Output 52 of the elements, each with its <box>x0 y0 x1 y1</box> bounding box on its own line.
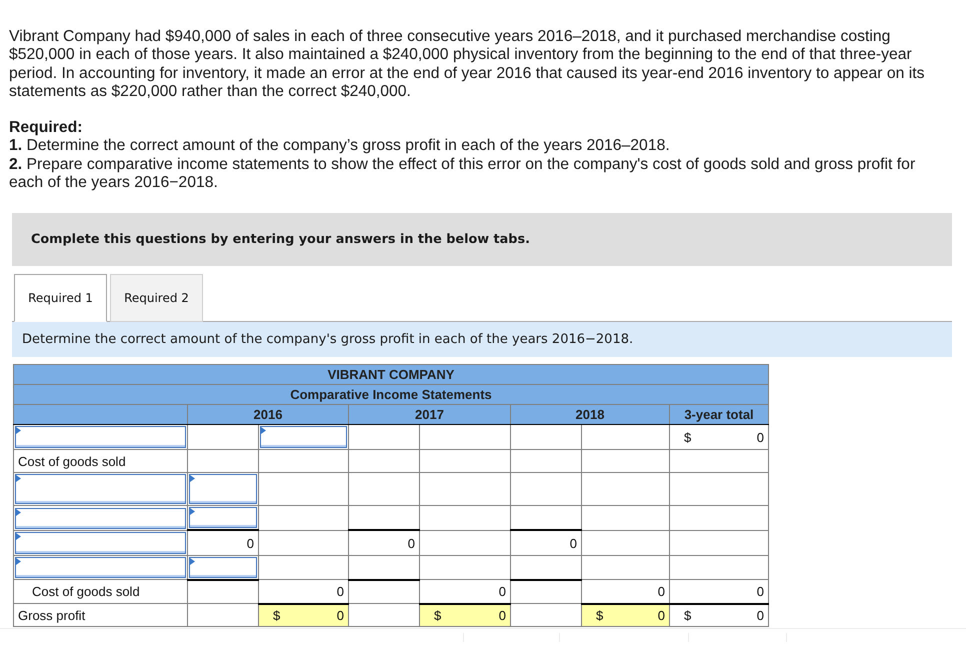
input-field[interactable] <box>15 532 186 554</box>
triangle-icon <box>16 558 21 566</box>
required-heading: Required: <box>9 119 84 138</box>
amount-value: 0 <box>570 536 577 550</box>
currency-symbol: $ <box>684 609 692 622</box>
currency-symbol: $ <box>596 609 604 622</box>
statement-title: VIBRANT COMPANY <box>14 364 768 385</box>
input-field[interactable] <box>15 557 186 578</box>
column-header: 2018 <box>510 404 670 425</box>
input-field[interactable] <box>15 474 186 504</box>
amount-value: 0 <box>336 609 344 622</box>
amount-value: 0 <box>408 536 415 550</box>
amount-value: 0 <box>756 585 764 598</box>
amount-value: 0 <box>246 536 254 550</box>
currency-symbol: $ <box>434 609 442 622</box>
input-field[interactable] <box>260 426 347 448</box>
input-field[interactable] <box>189 556 257 578</box>
row-label: Gross profit <box>14 604 188 627</box>
input-field[interactable] <box>15 426 186 448</box>
currency-symbol: $ <box>273 609 280 622</box>
tab[interactable]: Required 2 <box>110 274 203 322</box>
amount-value: 0 <box>658 609 665 622</box>
tab[interactable]: Required 1 <box>14 274 107 322</box>
problem-statement: Vibrant Company had $940,000 of sales in each of three consecutive years 2016–2018, and it purchased merchandise costing $520,000 in each of those years. It also maintained a $240,000 physical inventory from the beginning to the end of that three-year period. In accounting for inventory, it made an error at the end of year 2016 that caused its year-end 2016 inventory to appear on its statements as $220,000 rather than the correct $240,000. <box>9 28 926 102</box>
amount-value: 0 <box>756 609 764 622</box>
row-label: Cost of goods sold <box>14 450 188 473</box>
amount-value: 0 <box>658 585 665 598</box>
triangle-icon <box>16 475 21 482</box>
triangle-icon <box>261 427 266 434</box>
statement-subtitle: Comparative Income Statements <box>14 384 768 405</box>
amount-value: 0 <box>498 609 506 622</box>
requirement-text: 2. Prepare comparative income statements to show the effect of this error on the company's cost of goods sold and gross profit for each of the years 2016−2018. <box>9 156 916 192</box>
column-header: 2016 <box>188 404 348 425</box>
column-header: 3-year total <box>670 404 768 425</box>
amount-value: 0 <box>498 585 506 598</box>
instruction-text: Complete this questions by entering your answers in the below tabs. <box>31 231 530 250</box>
requirement-text: 1. Determine the correct amount of the company’s gross profit in each of the years 2016–2018. <box>9 137 671 156</box>
currency-symbol: $ <box>684 430 692 444</box>
amount-value: 0 <box>756 430 764 444</box>
triangle-icon <box>16 427 21 434</box>
input-field[interactable] <box>189 507 257 528</box>
row-label: Cost of goods sold <box>14 580 188 604</box>
column-header: 2017 <box>348 404 510 425</box>
input-field[interactable] <box>15 508 186 529</box>
triangle-icon <box>16 508 21 516</box>
prompt-text: Determine the correct amount of the company's gross profit in each of the years 2016−2018. <box>22 331 634 350</box>
triangle-icon <box>16 532 21 540</box>
amount-value: 0 <box>336 585 344 598</box>
triangle-icon <box>190 558 195 565</box>
triangle-icon <box>190 508 195 516</box>
triangle-icon <box>190 475 195 482</box>
input-field[interactable] <box>189 474 257 504</box>
